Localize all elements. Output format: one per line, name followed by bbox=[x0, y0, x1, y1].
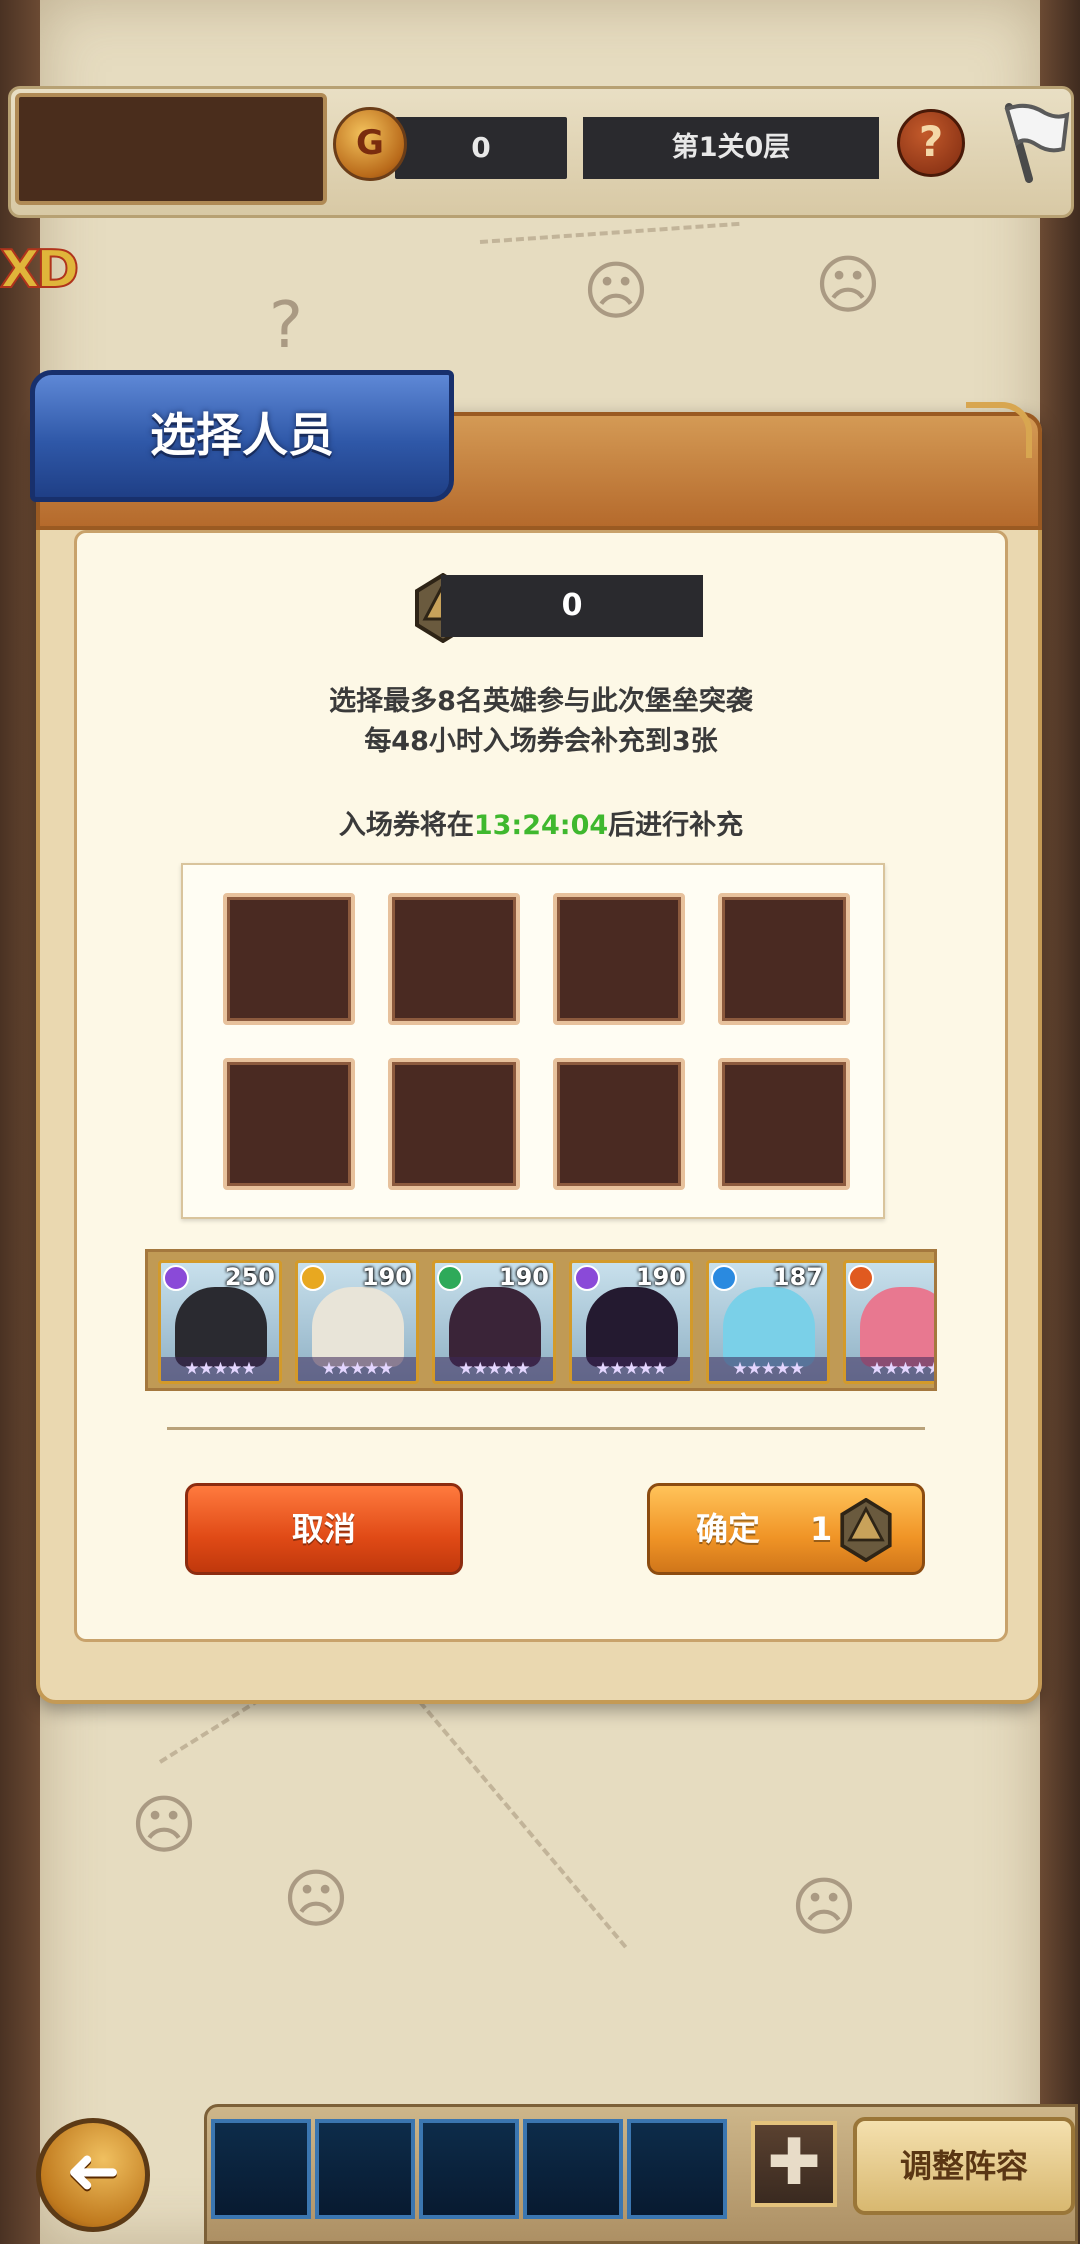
hero-slot[interactable] bbox=[388, 893, 520, 1025]
coin-value: 0 bbox=[395, 117, 567, 179]
hero-level: 190 bbox=[361, 1263, 412, 1291]
hero-roster-strip[interactable]: 250 ★★★★★ 190 ★★★★★ 190 ★★★★★ 190 ★★★★★ 187 ★★★★★… bbox=[145, 1249, 937, 1391]
map-boss-node-icon[interactable]: ☹ bbox=[808, 246, 888, 326]
hero-slot[interactable] bbox=[223, 1058, 355, 1190]
timer-prefix: 入场券将在 bbox=[338, 810, 474, 841]
element-icon bbox=[437, 1265, 463, 1291]
hero-stars: ★★★★★ bbox=[709, 1357, 827, 1381]
map-enemy-node-icon[interactable]: ☹ bbox=[276, 1860, 356, 1940]
hero-slot[interactable] bbox=[553, 893, 685, 1025]
hero-level: 187 bbox=[772, 1263, 823, 1291]
hero-slot[interactable] bbox=[718, 1058, 850, 1190]
hero-level: 190 bbox=[635, 1263, 686, 1291]
adjust-team-button[interactable]: 调整阵容 bbox=[853, 2117, 1075, 2215]
hero-level: 190 bbox=[498, 1263, 549, 1291]
map-enemy-node-icon[interactable]: ☹ bbox=[124, 1786, 204, 1866]
refill-timer-text: 入场券将在13:24:04后进行补充 bbox=[77, 803, 1005, 842]
team-slot[interactable] bbox=[523, 2119, 623, 2219]
hero-card[interactable]: 187 ★★★★★ bbox=[706, 1260, 830, 1384]
team-slot[interactable] bbox=[627, 2119, 727, 2219]
hero-card[interactable]: 190 ★★★★★ bbox=[295, 1260, 419, 1384]
map-path bbox=[479, 221, 740, 244]
team-slot[interactable] bbox=[419, 2119, 519, 2219]
team-lineup-bar: ✚ 调整阵容 bbox=[204, 2104, 1078, 2244]
element-icon bbox=[711, 1265, 737, 1291]
surrender-flag-button[interactable] bbox=[987, 99, 1071, 183]
ticket-count: 0 bbox=[441, 575, 703, 637]
select-heroes-dialog: 0 选择最多8名英雄参与此次堡垒突袭 每48小时入场券会补充到3张 入场券将在1… bbox=[36, 402, 1042, 1704]
team-slot[interactable] bbox=[315, 2119, 415, 2219]
hero-card[interactable]: 190 ★★★★★ bbox=[432, 1260, 556, 1384]
add-hero-button[interactable]: ✚ bbox=[751, 2121, 837, 2207]
cancel-button[interactable]: 取消 bbox=[185, 1483, 463, 1575]
hero-stars: ★★★★★ bbox=[298, 1357, 416, 1381]
flag-icon bbox=[1004, 103, 1070, 183]
coin-icon: G bbox=[333, 107, 407, 181]
map-mystery-node-icon[interactable]: ? bbox=[246, 286, 326, 366]
corner-mark: XD bbox=[0, 239, 80, 301]
map-enemy-node-icon[interactable]: ☹ bbox=[784, 1868, 864, 1948]
element-icon bbox=[848, 1265, 874, 1291]
corner-ornament bbox=[966, 402, 1032, 458]
dialog-title: 选择人员 bbox=[30, 370, 454, 502]
hero-portrait bbox=[449, 1287, 541, 1367]
refill-timer-value: 13:24:04 bbox=[473, 810, 609, 841]
stage-indicator: 第1关0层 bbox=[583, 117, 879, 179]
hero-level: 250 bbox=[224, 1263, 275, 1291]
top-hud: 0 G 第1关0层 ? bbox=[8, 86, 1074, 218]
timer-suffix: 后进行补充 bbox=[608, 810, 744, 841]
map-enemy-node-icon[interactable]: ☹ bbox=[576, 252, 656, 332]
confirm-ticket-cost: 1 bbox=[810, 1510, 833, 1548]
hero-slot[interactable] bbox=[388, 1058, 520, 1190]
hero-portrait bbox=[586, 1287, 678, 1367]
back-button[interactable]: ➜ bbox=[36, 2118, 150, 2232]
hero-slot[interactable] bbox=[553, 1058, 685, 1190]
help-button[interactable]: ? bbox=[897, 109, 965, 177]
hero-portrait bbox=[723, 1287, 815, 1367]
hero-portrait bbox=[860, 1287, 934, 1367]
hero-card[interactable]: ★★★★★ bbox=[843, 1260, 934, 1384]
map-right-border bbox=[1040, 0, 1080, 2244]
hero-stars: ★★★★★ bbox=[572, 1357, 690, 1381]
hero-slot[interactable] bbox=[718, 893, 850, 1025]
divider bbox=[167, 1427, 925, 1430]
hero-card[interactable]: 190 ★★★★★ bbox=[569, 1260, 693, 1384]
description-line-2: 每48小时入场券会补充到3张 bbox=[364, 726, 718, 757]
player-info-frame[interactable] bbox=[15, 93, 327, 205]
description-line-1: 选择最多8名英雄参与此次堡垒突袭 bbox=[329, 686, 753, 717]
hero-card[interactable]: 250 ★★★★★ bbox=[158, 1260, 282, 1384]
hero-portrait bbox=[175, 1287, 267, 1367]
dialog-content-panel: 0 选择最多8名英雄参与此次堡垒突袭 每48小时入场券会补充到3张 入场券将在1… bbox=[74, 530, 1008, 1642]
hero-portrait bbox=[312, 1287, 404, 1367]
ticket-icon bbox=[840, 1498, 892, 1562]
map-left-border bbox=[0, 0, 40, 2244]
hero-stars: ★★★★★ bbox=[161, 1357, 279, 1381]
hero-slot[interactable] bbox=[223, 893, 355, 1025]
element-icon bbox=[574, 1265, 600, 1291]
confirm-button[interactable]: 确定 1 bbox=[647, 1483, 925, 1575]
selected-hero-grid bbox=[181, 863, 885, 1219]
hero-stars: ★★★★★ bbox=[435, 1357, 553, 1381]
confirm-label: 确定 bbox=[696, 1510, 761, 1548]
map-path bbox=[418, 1700, 628, 1949]
hero-stars: ★★★★★ bbox=[846, 1357, 934, 1381]
element-icon bbox=[300, 1265, 326, 1291]
element-icon bbox=[163, 1265, 189, 1291]
team-slot[interactable] bbox=[211, 2119, 311, 2219]
